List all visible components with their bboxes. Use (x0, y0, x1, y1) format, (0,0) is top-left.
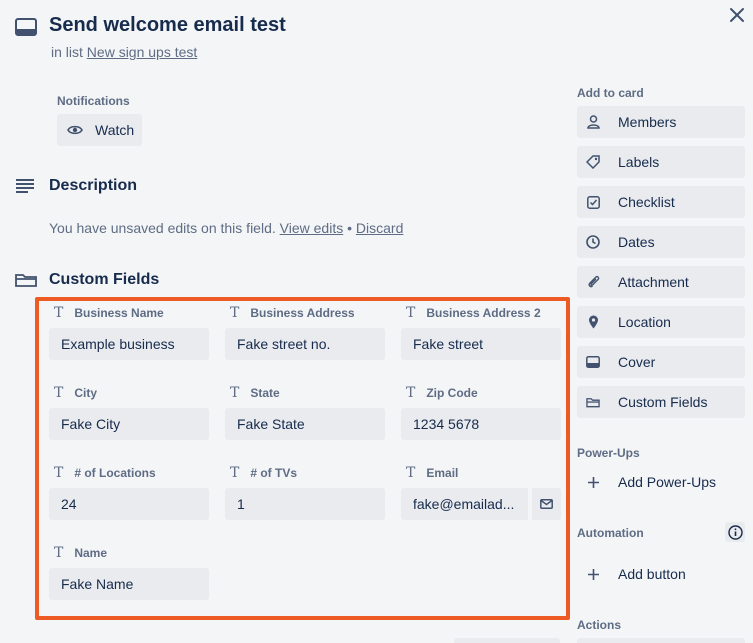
custom-field-city: T City Fake City (49, 385, 209, 440)
text-type-icon: T (230, 385, 240, 401)
custom-field-business-name: T Business Name Example business (49, 305, 209, 360)
clock-icon (586, 235, 600, 249)
field-label: # of Locations (74, 466, 156, 480)
text-type-icon: T (54, 465, 64, 481)
watch-label: Watch (95, 122, 135, 138)
plus-icon (586, 476, 600, 489)
field-label: Business Name (74, 306, 164, 320)
map-pin-icon (586, 315, 600, 329)
members-label: Members (618, 114, 677, 130)
dates-button[interactable]: Dates (577, 226, 745, 258)
cover-label: Cover (618, 354, 656, 370)
custom-field-locations: T # of Locations 24 (49, 465, 209, 520)
field-label: Business Address 2 (426, 306, 541, 320)
text-type-icon: T (54, 545, 64, 561)
custom-fields-section-icon (15, 273, 37, 287)
custom-field-business-address-2: T Business Address 2 Fake street (401, 305, 561, 360)
custom-fields-title: Custom Fields (49, 271, 160, 288)
text-type-icon: T (230, 305, 240, 321)
field-label: Email (426, 466, 459, 480)
custom-fields-icon (586, 397, 600, 408)
in-list-prefix: in list (51, 44, 83, 60)
tag-icon (586, 155, 600, 169)
separator-dot: • (347, 220, 353, 236)
field-label: City (74, 386, 98, 400)
notifications-label: Notifications (57, 94, 130, 108)
add-power-ups-label: Add Power-Ups (618, 474, 717, 490)
business-address-2-input[interactable]: Fake street (401, 328, 561, 360)
discard-link[interactable]: Discard (356, 220, 403, 236)
custom-fields-label: Custom Fields (618, 394, 708, 410)
view-edits-link[interactable]: View edits (280, 220, 344, 236)
custom-field-tvs: T # of TVs 1 (225, 465, 385, 520)
field-label: State (250, 386, 280, 400)
actions-label: Actions (577, 618, 622, 632)
text-type-icon: T (406, 465, 416, 481)
zip-code-input[interactable]: 1234 5678 (401, 408, 561, 440)
power-ups-label: Power-Ups (577, 446, 640, 460)
labels-button[interactable]: Labels (577, 146, 745, 178)
location-button[interactable]: Location (577, 306, 745, 338)
card-icon (15, 18, 37, 36)
dates-label: Dates (618, 234, 655, 250)
unsaved-edits-text: You have unsaved edits on this field. (49, 220, 276, 236)
partial-button-bottom[interactable] (454, 638, 560, 643)
add-button-label: Add button (618, 566, 686, 582)
description-title: Description (49, 177, 138, 194)
description-icon (15, 178, 35, 194)
card-title[interactable]: Send welcome email test (49, 14, 286, 37)
checkbox-icon (586, 195, 600, 209)
card-cover-icon (586, 356, 600, 368)
field-label: Zip Code (426, 386, 478, 400)
add-button-button[interactable]: Add button (577, 558, 745, 590)
labels-label: Labels (618, 154, 660, 170)
field-label: Business Address (250, 306, 355, 320)
attachment-label: Attachment (618, 274, 689, 290)
custom-field-state: T State Fake State (225, 385, 385, 440)
automation-label: Automation (577, 526, 644, 540)
attachment-button[interactable]: Attachment (577, 266, 745, 298)
email-input[interactable]: fake@emailad... (401, 488, 528, 520)
paperclip-icon (586, 275, 600, 289)
person-icon (586, 115, 600, 129)
watch-button[interactable]: Watch (57, 114, 142, 146)
unsaved-edits-notice: You have unsaved edits on this field. Vi… (49, 220, 403, 236)
members-button[interactable]: Members (577, 106, 745, 138)
custom-field-email: T Email fake@emailad... (401, 465, 561, 520)
custom-fields-button[interactable]: Custom Fields (577, 386, 745, 418)
in-list-text: in list New sign ups test (51, 44, 197, 60)
list-name-link[interactable]: New sign ups test (87, 44, 198, 60)
business-name-input[interactable]: Example business (49, 328, 209, 360)
checklist-button[interactable]: Checklist (577, 186, 745, 218)
text-type-icon: T (230, 465, 240, 481)
tvs-input[interactable]: 1 (225, 488, 385, 520)
add-to-card-label: Add to card (577, 86, 644, 100)
close-icon[interactable] (727, 5, 747, 25)
plus-icon (586, 568, 600, 581)
custom-field-zip-code: T Zip Code 1234 5678 (401, 385, 561, 440)
locations-input[interactable]: 24 (49, 488, 209, 520)
add-power-ups-button[interactable]: Add Power-Ups (577, 466, 745, 498)
location-label: Location (618, 314, 671, 330)
eye-icon (67, 124, 83, 136)
checklist-label: Checklist (618, 194, 675, 210)
city-input[interactable]: Fake City (49, 408, 209, 440)
text-type-icon: T (406, 385, 416, 401)
custom-field-name: T Name Fake Name (49, 545, 209, 600)
state-input[interactable]: Fake State (225, 408, 385, 440)
text-type-icon: T (54, 305, 64, 321)
field-label: # of TVs (250, 466, 298, 480)
partial-action-button[interactable] (577, 638, 745, 643)
name-input[interactable]: Fake Name (49, 568, 209, 600)
info-icon[interactable] (725, 522, 745, 542)
text-type-icon: T (406, 305, 416, 321)
cover-button[interactable]: Cover (577, 346, 745, 378)
business-address-input[interactable]: Fake street no. (225, 328, 385, 360)
envelope-icon[interactable] (532, 488, 561, 520)
custom-field-business-address: T Business Address Fake street no. (225, 305, 385, 360)
field-label: Name (74, 546, 108, 560)
text-type-icon: T (54, 385, 64, 401)
